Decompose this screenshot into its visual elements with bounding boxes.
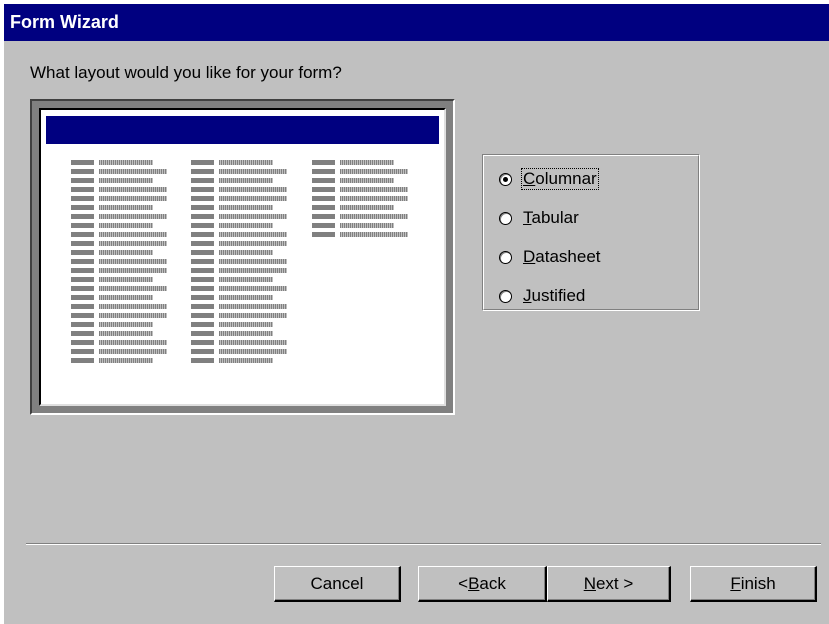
radio-columnar-label: Columnar [521,168,599,190]
radio-tabular[interactable]: Tabular [499,206,580,230]
window-title: Form Wizard [4,4,829,41]
next-button[interactable]: Next > [547,566,671,602]
cancel-button[interactable]: Cancel [274,566,401,602]
radio-columnar[interactable]: Columnar [499,167,599,191]
radio-columnar-indicator[interactable] [499,172,512,186]
layout-preview-page [39,108,446,406]
back-button[interactable]: < Back [418,566,547,602]
radio-tabular-label: Tabular [523,208,579,227]
radio-datasheet-indicator[interactable] [499,250,512,264]
finish-button[interactable]: Finish [690,566,817,602]
layout-question: What layout would you like for your form… [30,63,342,82]
title-bar-area: Form Wizard [0,0,829,44]
separator-line [26,543,821,545]
layout-preview [30,99,455,415]
layout-option-group: Columnar Tabular Datasheet Justified [482,154,700,311]
radio-justified[interactable]: Justified [499,284,586,308]
radio-tabular-indicator[interactable] [499,211,512,225]
radio-justified-indicator[interactable] [499,289,512,303]
radio-datasheet-label: Datasheet [523,247,601,266]
radio-justified-label: Justified [523,286,586,305]
radio-datasheet[interactable]: Datasheet [499,245,602,269]
layout-preview-header [46,116,439,144]
